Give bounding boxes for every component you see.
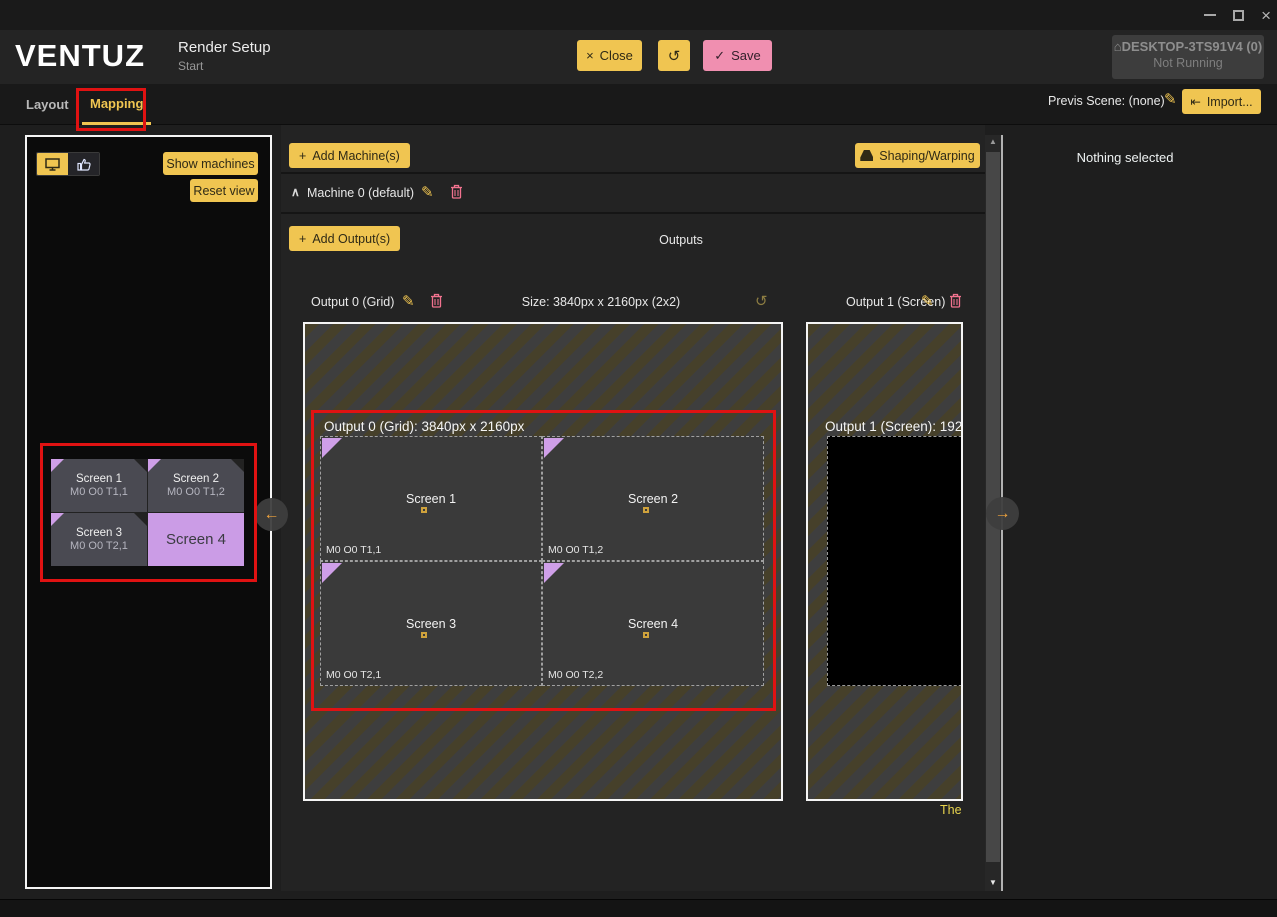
import-icon: ⇤ — [1190, 94, 1200, 109]
collapse-left-panel-button[interactable]: ← — [255, 498, 288, 531]
save-label: Save — [731, 48, 761, 63]
close-button[interactable]: × Close — [577, 40, 642, 71]
show-machines-label: Show machines — [166, 157, 254, 171]
page-title: Render Setup — [178, 39, 271, 56]
collapse-chevron-icon[interactable]: ∧ — [291, 185, 300, 199]
thumbs-up-toggle[interactable] — [68, 153, 99, 175]
shaping-warping-button[interactable]: Shaping/Warping — [855, 143, 980, 168]
render-setup-window: × VENTUZ Render Setup Start × Close ↺ ✓ … — [0, 0, 1277, 917]
outputs-heading: Outputs — [581, 233, 781, 247]
machine-edit-pencil-icon[interactable]: ✎ — [421, 183, 434, 201]
show-machines-button[interactable]: Show machines — [163, 152, 258, 175]
previs-scene-label: Previs Scene: (none) — [1048, 94, 1165, 108]
import-button[interactable]: ⇤ Import... — [1182, 89, 1261, 114]
arrow-left-icon: ← — [264, 506, 280, 524]
inspector-empty-label: Nothing selected — [1005, 150, 1245, 165]
titlebar: × — [0, 0, 1277, 30]
output-1-canvas[interactable]: Output 1 (Screen): 1920 — [806, 322, 963, 801]
shaping-icon — [860, 150, 873, 161]
shaping-label: Shaping/Warping — [879, 149, 974, 163]
divider — [281, 212, 985, 214]
output-1-canvas-label: Output 1 (Screen): 1920 — [825, 419, 963, 434]
minimize-icon[interactable] — [1204, 14, 1216, 16]
header: VENTUZ Render Setup Start × Close ↺ ✓ Sa… — [0, 30, 1277, 84]
maximize-icon[interactable] — [1233, 10, 1244, 21]
title-block: Render Setup Start — [178, 39, 271, 73]
bottom-strip — [0, 899, 1277, 917]
close-window-icon[interactable]: × — [1261, 7, 1271, 24]
expand-right-panel-button[interactable]: → — [986, 497, 1019, 530]
thumbs-up-icon — [77, 158, 91, 171]
output-0-name: Output 0 (Grid) — [311, 295, 394, 309]
previs-edit-pencil-icon[interactable]: ✎ — [1164, 90, 1177, 108]
output-1-warning-text: The — [940, 803, 985, 817]
annotation-rect-mapping-tab — [76, 88, 146, 131]
close-label: Close — [600, 48, 633, 63]
reset-view-label: Reset view — [193, 184, 254, 198]
check-icon: ✓ — [714, 48, 725, 64]
annotation-rect-output-grid — [311, 410, 776, 711]
annotation-rect-minimap — [40, 443, 257, 582]
window-controls: × — [1204, 0, 1271, 30]
add-machine-button[interactable]: + Add Machine(s) — [289, 143, 410, 168]
monitor-icon — [45, 158, 60, 171]
scroll-up-icon[interactable]: ▲ — [985, 137, 1001, 146]
revert-button[interactable]: ↺ — [658, 40, 690, 71]
divider — [281, 172, 985, 174]
machine-name: ⌂DESKTOP-3TS91V4 (0) — [1112, 39, 1264, 54]
add-machine-label: Add Machine(s) — [312, 149, 400, 163]
machine-delete-trash-icon[interactable] — [450, 184, 463, 199]
reset-view-button[interactable]: Reset view — [190, 179, 258, 202]
output-1-delete-trash-icon[interactable] — [949, 293, 962, 308]
plus-icon: + — [299, 232, 306, 246]
output-0-edit-pencil-icon[interactable]: ✎ — [402, 292, 415, 310]
arrow-right-icon: → — [995, 505, 1011, 523]
save-button[interactable]: ✓ Save — [703, 40, 772, 71]
reset-output-icon[interactable]: ↺ — [755, 292, 768, 310]
import-label: Import... — [1207, 95, 1253, 109]
output-0-size-label: Size: 3840px x 2160px (2x2) — [481, 295, 721, 309]
undo-icon: ↺ — [668, 47, 681, 65]
output-1-edit-pencil-icon[interactable]: ✎ — [921, 292, 934, 310]
add-output-label: Add Output(s) — [312, 232, 390, 246]
add-output-button[interactable]: + Add Output(s) — [289, 226, 400, 251]
tab-layout[interactable]: Layout — [18, 84, 77, 125]
machine-status: Not Running — [1112, 56, 1264, 70]
output-0-delete-trash-icon[interactable] — [430, 293, 443, 308]
monitor-view-toggle[interactable] — [37, 153, 68, 175]
page-subtitle: Start — [178, 59, 271, 73]
plus-icon: + — [299, 149, 306, 163]
scroll-down-icon[interactable]: ▼ — [985, 878, 1001, 887]
machine-status-box[interactable]: ⌂DESKTOP-3TS91V4 (0) Not Running — [1112, 35, 1264, 79]
machine-0-label: Machine 0 (default) — [307, 186, 414, 200]
output-1-screen-area[interactable] — [827, 436, 963, 686]
ventuz-logo: VENTUZ — [15, 38, 145, 74]
view-mode-toggle — [36, 152, 100, 176]
close-icon: × — [586, 48, 594, 63]
